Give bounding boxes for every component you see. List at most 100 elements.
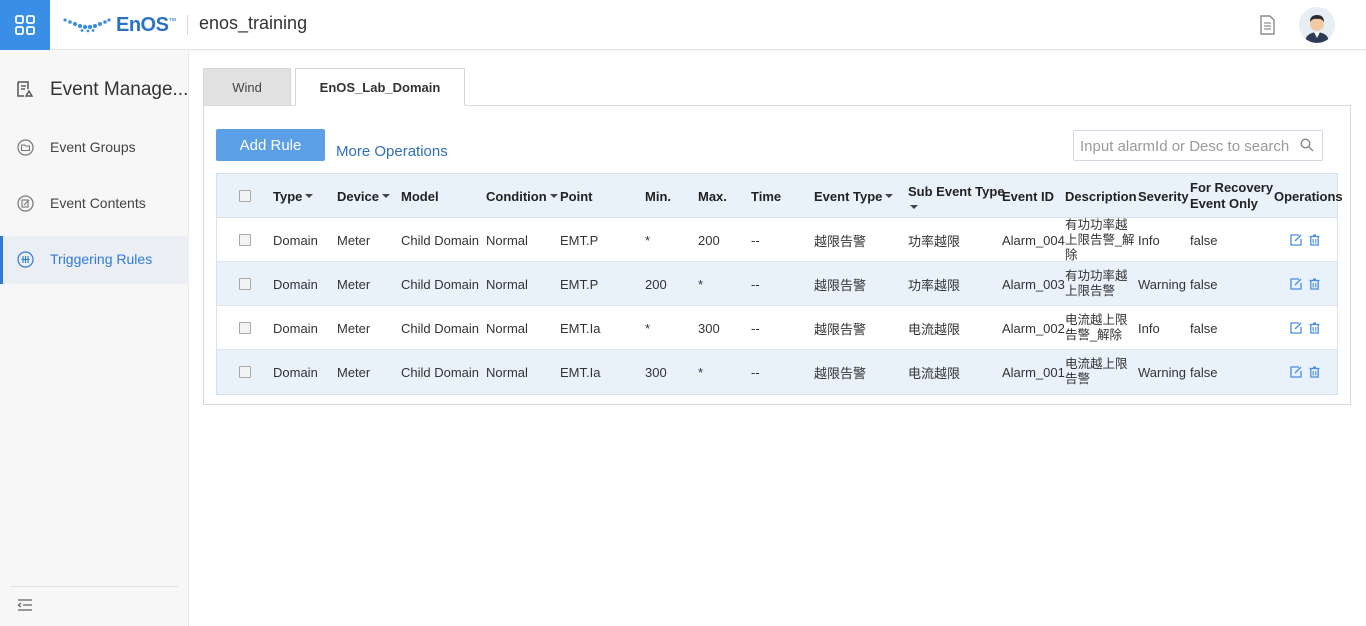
cell-event-type: 越限告警 [814,233,867,249]
sidebar-item-label: Event Groups [50,139,136,155]
tab-enos-lab-domain[interactable]: EnOS_Lab_Domain [295,68,465,106]
collapse-sidebar-icon[interactable] [17,598,33,612]
sidebar-item-label: Triggering Rules [50,251,153,267]
cell-event-type: 越限告警 [814,365,867,381]
header-max: Max. [698,188,727,204]
delete-icon[interactable] [1309,366,1320,378]
sidebar-divider [10,586,178,587]
header-model: Model [401,188,439,204]
event-management-icon [17,81,34,97]
search-box [1073,130,1323,161]
edit-icon[interactable] [1290,322,1302,334]
cell-min: * [645,320,651,336]
cell-event-id: Alarm_003 [1002,276,1065,292]
row-operations [1290,306,1327,350]
sort-caret-icon [381,194,390,198]
sort-caret-icon [910,204,918,209]
header-device[interactable]: Device [337,174,390,218]
cell-recovery: false [1190,232,1218,248]
select-all-checkbox[interactable] [239,190,251,202]
row-operations [1290,218,1327,262]
edit-icon[interactable] [1290,366,1302,378]
add-rule-button[interactable]: Add Rule [216,129,325,161]
search-input[interactable] [1080,136,1295,156]
cell-event-id: Alarm_001 [1002,364,1065,380]
header-type[interactable]: Type [273,174,314,218]
header-min: Min. [645,188,671,204]
more-operations-link[interactable]: More Operations [336,143,448,160]
sidebar-item-event-contents[interactable]: Event Contents [0,180,189,228]
edit-icon[interactable] [1290,278,1302,290]
cell-recovery: false [1190,364,1218,380]
cell-model: Child Domain [401,364,480,380]
cell-event-type: 越限告警 [814,277,867,293]
table-row: Domain Meter Child Domain Normal EMT.P 200 * --… [217,262,1337,306]
delete-icon[interactable] [1309,322,1320,334]
user-avatar[interactable] [1299,7,1335,43]
cell-description: 有功功率越上限告警_解除 [1065,217,1135,262]
row-checkbox[interactable] [239,366,251,378]
cell-model: Child Domain [401,320,480,336]
table-row: Domain Meter Child Domain Normal EMT.Ia * 300 -… [217,306,1337,350]
logo-text: EnOS™ [116,13,176,36]
header-sub-event-type[interactable]: Sub Event Type [908,174,1005,218]
cell-device: Meter [337,364,371,380]
grid-icon [15,15,35,35]
cell-point: EMT.Ia [560,320,601,336]
cell-condition: Normal [486,232,528,248]
cell-model: Child Domain [401,276,480,292]
top-header: EnOS™ enos_training [0,0,1366,50]
header-recovery: For Recovery Event Only [1190,180,1274,211]
row-checkbox[interactable] [239,322,251,334]
delete-icon[interactable] [1309,278,1320,290]
search-icon[interactable] [1300,138,1314,152]
row-checkbox[interactable] [239,234,251,246]
delete-icon[interactable] [1309,234,1320,246]
header-point: Point [560,188,593,204]
cell-sub-event-type: 电流越限 [908,365,961,381]
sort-caret-icon [549,194,558,198]
cell-sub-event-type: 功率越限 [908,277,961,293]
cell-severity: Warning [1138,364,1186,380]
cell-sub-event-type: 功率越限 [908,233,961,249]
cell-severity: Warning [1138,276,1186,292]
row-checkbox-cell [239,218,251,262]
cell-recovery: false [1190,276,1218,292]
cell-event-type: 越限告警 [814,321,867,337]
cell-max: * [698,364,704,380]
sort-caret-icon [885,194,894,198]
sidebar-item-triggering-rules[interactable]: Triggering Rules [0,236,189,284]
row-checkbox[interactable] [239,278,251,290]
header-severity: Severity [1138,188,1189,204]
cell-type: Domain [273,276,318,292]
rules-table: Type Device Model Condition Point Min. M… [216,173,1343,395]
tab-wind[interactable]: Wind [203,68,291,106]
header-event-type[interactable]: Event Type [814,174,894,218]
cell-time: -- [751,232,760,248]
cell-device: Meter [337,276,371,292]
cell-description: 电流越上限告警 [1065,357,1128,386]
sidebar-title: Event Manage... [0,70,189,110]
header-event-id: Event ID [1002,188,1055,204]
edit-icon[interactable] [1290,234,1302,246]
app-menu-button[interactable] [0,0,50,50]
cell-point: EMT.Ia [560,364,601,380]
header-condition[interactable]: Condition [486,174,558,218]
document-icon[interactable] [1258,15,1276,40]
cell-severity: Info [1138,320,1160,336]
folder-icon [17,139,34,156]
row-operations [1290,350,1327,394]
row-operations [1290,262,1327,306]
sidebar-item-event-groups[interactable]: Event Groups [0,124,189,172]
row-checkbox-cell [239,306,251,350]
cell-point: EMT.P [560,232,599,248]
cell-min: * [645,232,651,248]
cell-device: Meter [337,232,371,248]
cell-recovery: false [1190,320,1218,336]
cell-point: EMT.P [560,276,599,292]
cell-type: Domain [273,364,318,380]
cell-type: Domain [273,320,318,336]
enos-logo[interactable]: EnOS™ [62,12,176,38]
cell-description: 电流越上限告警_解除 [1065,313,1128,342]
cell-min: 200 [645,276,667,292]
